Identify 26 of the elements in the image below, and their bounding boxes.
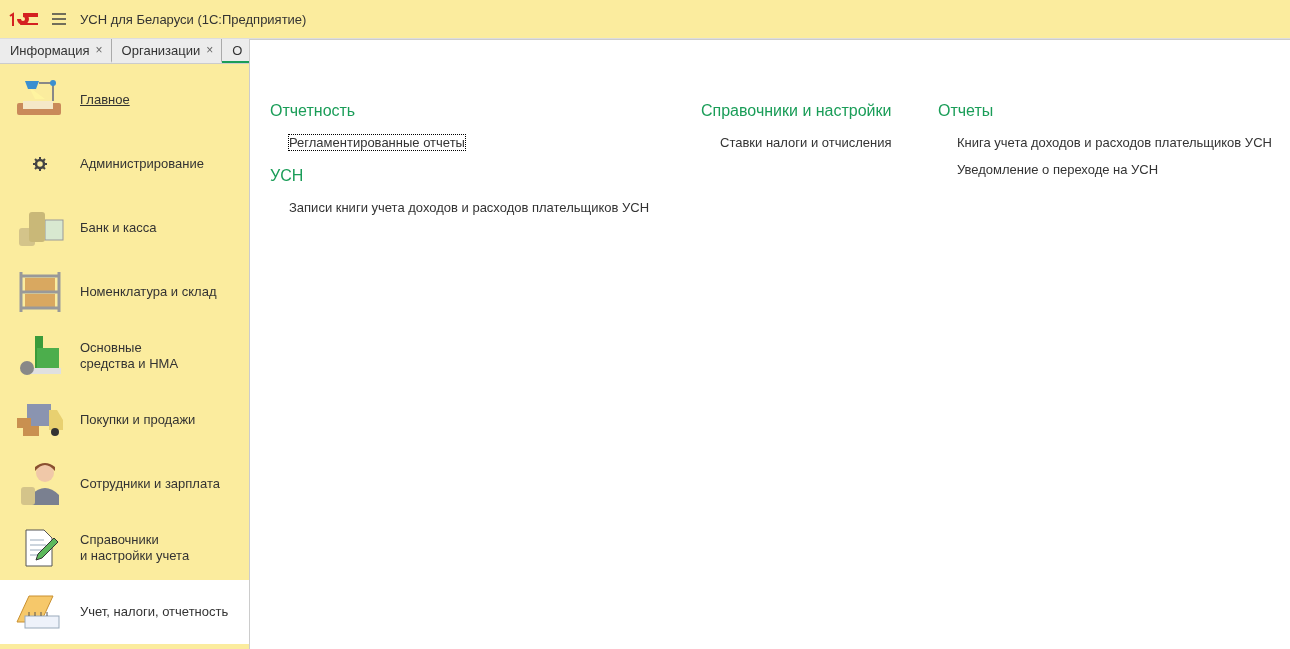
link[interactable]: Записи книги учета доходов и расходов плательщиков УСН bbox=[288, 199, 651, 216]
section-heading: Отчетность bbox=[270, 102, 357, 120]
sidebar-item[interactable]: Номенклатура и склад bbox=[0, 260, 249, 324]
sidebar-item[interactable]: Банк и касса bbox=[0, 196, 249, 260]
link[interactable]: Книга учета доходов и расходов плательщиков УСН bbox=[956, 134, 1273, 151]
tab[interactable]: Организации × bbox=[111, 39, 223, 63]
window-title: УСН для Беларуси (1С:Предприятие) bbox=[80, 11, 307, 27]
close-icon[interactable]: × bbox=[95, 43, 103, 57]
sidebar-item[interactable]: Покупки и продажи bbox=[0, 388, 249, 452]
section-heading: УСН bbox=[270, 167, 305, 185]
shelf-icon bbox=[17, 270, 63, 314]
sidebar-item[interactable]: Администрирование bbox=[0, 132, 249, 196]
sidebar-item[interactable]: Главное bbox=[0, 68, 249, 132]
sidebar-item[interactable]: Сотрудники и зарплата bbox=[0, 452, 249, 516]
sidebar-item[interactable]: Учет, налоги, отчетность bbox=[0, 580, 249, 644]
link[interactable]: Ставки налоги и отчисления bbox=[719, 134, 893, 151]
link[interactable]: Регламентированные отчеты bbox=[288, 134, 466, 151]
sidebar-item[interactable]: Справочники и настройки учета bbox=[0, 516, 249, 580]
sidebar-item[interactable]: Основные средства и НМА bbox=[0, 324, 249, 388]
menu-icon[interactable] bbox=[52, 13, 66, 25]
section-heading: Отчеты bbox=[938, 102, 995, 120]
close-icon[interactable]: × bbox=[206, 43, 214, 57]
tab[interactable]: Информация × bbox=[0, 39, 112, 63]
settings-icon bbox=[33, 157, 47, 171]
link[interactable]: Уведомление о переходе на УСН bbox=[956, 161, 1160, 178]
section-heading: Справочники и настройки bbox=[701, 102, 893, 120]
